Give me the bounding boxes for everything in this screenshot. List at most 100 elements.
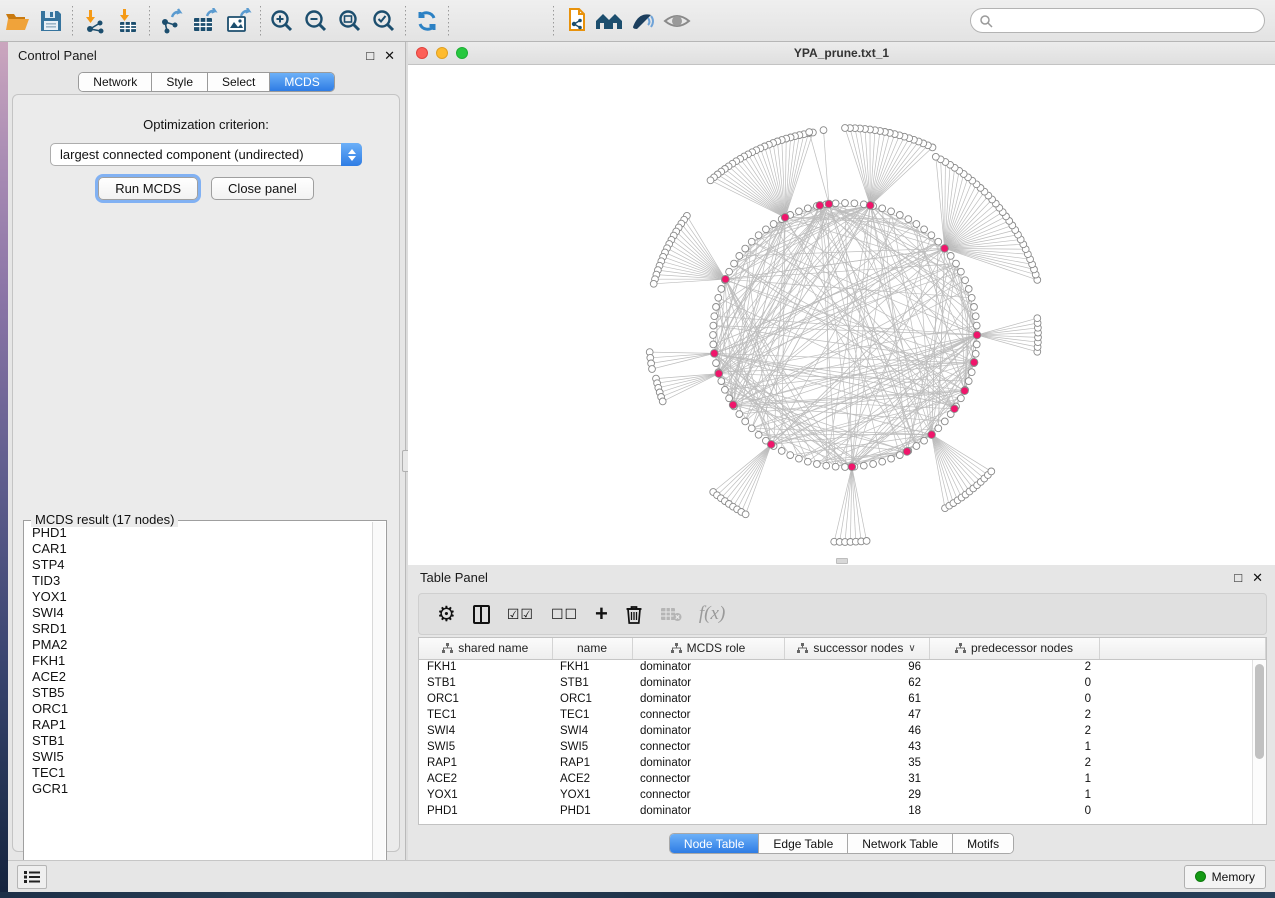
graph-dominator-node[interactable] — [767, 441, 775, 449]
graph-node[interactable] — [659, 398, 666, 405]
table-scrollbar[interactable] — [1252, 660, 1266, 824]
cell-MCDS-role[interactable]: dominator — [632, 755, 784, 771]
delete-column-trash-icon[interactable] — [625, 604, 643, 625]
eye-icon[interactable] — [660, 4, 694, 38]
zoom-fit-icon[interactable] — [333, 4, 367, 38]
cell-MCDS-role[interactable]: dominator — [632, 691, 784, 707]
share-network-icon[interactable] — [558, 4, 592, 38]
graph-node[interactable] — [921, 226, 928, 233]
mcds-result-node[interactable]: CAR1 — [32, 541, 372, 557]
cell-name[interactable]: FKH1 — [552, 659, 632, 675]
mcds-result-node[interactable]: ORC1 — [32, 701, 372, 717]
cell-MCDS-role[interactable]: connector — [632, 771, 784, 787]
cell-name[interactable]: STB1 — [552, 675, 632, 691]
float-table-panel-icon[interactable]: □ — [1234, 571, 1242, 584]
graph-dominator-node[interactable] — [866, 202, 874, 210]
run-mcds-button[interactable]: Run MCDS — [98, 177, 198, 200]
graph-node[interactable] — [742, 245, 749, 252]
graph-node[interactable] — [726, 395, 733, 402]
graph-dominator-node[interactable] — [848, 463, 856, 471]
graph-node[interactable] — [968, 369, 975, 376]
mcds-result-node[interactable]: RAP1 — [32, 717, 372, 733]
graph-node[interactable] — [718, 378, 725, 385]
column-header-shared-name[interactable]: shared name — [419, 638, 552, 659]
cell-name[interactable]: YOX1 — [552, 787, 632, 803]
mcds-result-node[interactable]: SWI5 — [32, 749, 372, 765]
graph-node[interactable] — [814, 461, 821, 468]
add-column-icon[interactable]: + — [595, 601, 608, 627]
table-row[interactable]: ORC1ORC1dominator610 — [419, 691, 1266, 707]
graph-dominator-node[interactable] — [928, 431, 936, 439]
graph-dominator-node[interactable] — [970, 359, 978, 367]
cell-MCDS-role[interactable]: connector — [632, 739, 784, 755]
mcds-result-node[interactable]: ACE2 — [32, 669, 372, 685]
cell-predecessor-nodes[interactable]: 2 — [929, 659, 1099, 675]
cell-successor-nodes[interactable]: 46 — [784, 723, 929, 739]
cell-shared-name[interactable]: ACE2 — [419, 771, 552, 787]
cell-shared-name[interactable]: SWI5 — [419, 739, 552, 755]
graph-dominator-node[interactable] — [781, 214, 789, 222]
graph-node[interactable] — [896, 452, 903, 459]
cell-predecessor-nodes[interactable]: 2 — [929, 723, 1099, 739]
canvas-resize-handle[interactable] — [836, 558, 848, 564]
cell-name[interactable]: ORC1 — [552, 691, 632, 707]
graph-node[interactable] — [823, 462, 830, 469]
cell-successor-nodes[interactable]: 96 — [784, 659, 929, 675]
graph-node[interactable] — [928, 232, 935, 239]
cell-shared-name[interactable]: ORC1 — [419, 691, 552, 707]
tab-select[interactable]: Select — [208, 73, 270, 91]
cell-shared-name[interactable]: STB1 — [419, 675, 552, 691]
cell-MCDS-role[interactable]: dominator — [632, 659, 784, 675]
graph-node[interactable] — [965, 378, 972, 385]
cell-shared-name[interactable]: YOX1 — [419, 787, 552, 803]
close-panel-icon[interactable]: ✕ — [384, 49, 395, 62]
graph-node[interactable] — [842, 464, 849, 471]
graph-node[interactable] — [941, 418, 948, 425]
graph-node[interactable] — [870, 461, 877, 468]
graph-node[interactable] — [770, 221, 777, 228]
column-header-name[interactable]: name — [552, 638, 632, 659]
export-table-icon[interactable] — [188, 4, 222, 38]
graph-node[interactable] — [988, 468, 995, 475]
table-row[interactable]: ACE2ACE2connector311 — [419, 771, 1266, 787]
cell-MCDS-role[interactable]: dominator — [632, 723, 784, 739]
zoom-in-icon[interactable] — [265, 4, 299, 38]
close-table-panel-icon[interactable]: ✕ — [1252, 571, 1263, 584]
cell-successor-nodes[interactable]: 29 — [784, 787, 929, 803]
graph-node[interactable] — [953, 260, 960, 267]
cell-successor-nodes[interactable]: 18 — [784, 803, 929, 819]
graph-node[interactable] — [742, 418, 749, 425]
graph-node[interactable] — [968, 294, 975, 301]
graph-node[interactable] — [921, 437, 928, 444]
cell-MCDS-role[interactable]: dominator — [632, 803, 784, 819]
graph-node[interactable] — [710, 332, 717, 339]
cell-name[interactable]: TEC1 — [552, 707, 632, 723]
mcds-result-node[interactable]: FKH1 — [32, 653, 372, 669]
float-panel-icon[interactable]: □ — [366, 49, 374, 62]
graph-node[interactable] — [711, 313, 718, 320]
graph-node[interactable] — [851, 200, 858, 207]
save-session-icon[interactable] — [34, 4, 68, 38]
graph-node[interactable] — [804, 458, 811, 465]
graph-dominator-node[interactable] — [711, 350, 719, 358]
column-header-predecessor-nodes[interactable]: predecessor nodes — [929, 638, 1099, 659]
graph-dominator-node[interactable] — [973, 331, 981, 339]
mcds-result-node[interactable]: SWI4 — [32, 605, 372, 621]
cell-shared-name[interactable]: FKH1 — [419, 659, 552, 675]
cell-name[interactable]: SWI5 — [552, 739, 632, 755]
graph-dominator-node[interactable] — [722, 275, 730, 283]
cell-predecessor-nodes[interactable]: 1 — [929, 787, 1099, 803]
cell-predecessor-nodes[interactable]: 0 — [929, 675, 1099, 691]
open-file-icon[interactable] — [0, 4, 34, 38]
graph-node[interactable] — [896, 212, 903, 219]
task-history-button[interactable] — [17, 865, 47, 889]
graph-node[interactable] — [842, 125, 849, 132]
table-row[interactable]: PHD1PHD1dominator180 — [419, 803, 1266, 819]
vizmapper-eye-icon[interactable] — [626, 4, 660, 38]
export-image-icon[interactable] — [222, 4, 256, 38]
graph-node[interactable] — [962, 277, 969, 284]
cell-predecessor-nodes[interactable]: 1 — [929, 771, 1099, 787]
network-canvas[interactable] — [408, 65, 1275, 565]
tab-motifs[interactable]: Motifs — [953, 834, 1013, 853]
import-table-icon[interactable] — [111, 4, 145, 38]
